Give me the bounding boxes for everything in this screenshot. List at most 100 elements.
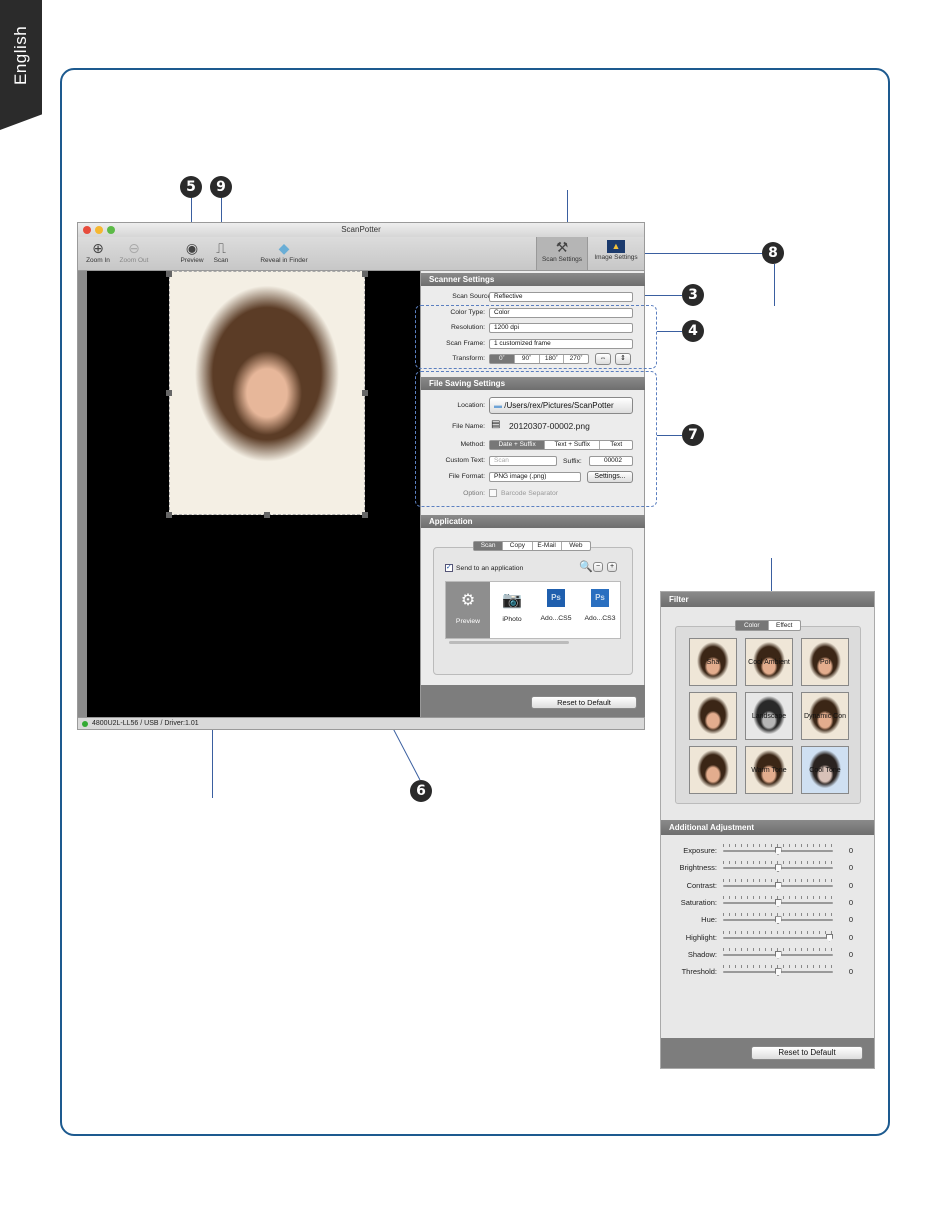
barcode-checkbox[interactable] [489, 489, 497, 497]
filter-thumb[interactable]: Dynamic Con [801, 692, 849, 740]
method-text-suffix[interactable]: Text + Suffix [545, 441, 601, 449]
custom-text-input[interactable]: Scan [489, 456, 557, 466]
filter-thumb[interactable]: Warm Tone [745, 746, 793, 794]
search-icon[interactable]: 🔍 [579, 560, 593, 573]
flip-horizontal-icon[interactable]: ⇔ [595, 353, 611, 365]
file-format-select[interactable]: PNG image (.png) [489, 472, 581, 482]
resolution-select[interactable]: 1200 dpi [489, 323, 633, 333]
crop-handle[interactable] [362, 271, 368, 277]
rotate-90-option[interactable]: 90˚ [515, 355, 540, 363]
crop-handle[interactable] [362, 390, 368, 396]
file-format-label: File Format: [448, 473, 485, 480]
callout-9: 9 [210, 176, 232, 198]
tab-copy[interactable]: Copy [503, 542, 533, 550]
scan-settings-button[interactable]: ⚒ Scan Settings [536, 237, 588, 270]
zoom-out-button[interactable]: ⊖ Zoom Out [116, 238, 152, 264]
rotate-270-option[interactable]: 270˚ [564, 355, 588, 363]
scan-frame-select[interactable]: 1 customized frame [489, 339, 633, 349]
transform-label: Transform: [452, 355, 485, 362]
crop-handle[interactable] [166, 390, 172, 396]
reveal-in-finder-button[interactable]: ◆ Reveal in Finder [254, 238, 314, 264]
crop-handle[interactable] [264, 512, 270, 518]
rotate-0-option[interactable]: 0˚ [490, 355, 515, 363]
adjustment-slider[interactable] [723, 930, 833, 942]
adjustment-row: Saturation: 0 [661, 895, 874, 910]
filter-thumb[interactable]: Poi [801, 638, 849, 686]
flip-vertical-icon[interactable]: ⇕ [615, 353, 631, 365]
suffix-input[interactable]: 00002 [589, 456, 633, 466]
filter-thumb[interactable] [689, 692, 737, 740]
app-item-label: Ado...CS5 [540, 615, 572, 622]
tab-email[interactable]: E-Mail [533, 542, 562, 550]
preview-button[interactable]: ◉ Preview [176, 238, 208, 264]
tab-effect[interactable]: Effect [769, 621, 801, 630]
app-item-iphoto[interactable]: 📷 iPhoto [490, 582, 534, 638]
adjustment-slider[interactable] [723, 878, 833, 890]
adjustment-value: 0 [848, 863, 853, 873]
adjustment-slider[interactable] [723, 965, 833, 977]
application-list-scrollbar[interactable] [449, 641, 569, 644]
preview-area[interactable] [78, 271, 420, 717]
app-item-preview[interactable]: ⚙ Preview [446, 582, 490, 638]
tab-color[interactable]: Color [736, 621, 769, 630]
adjustment-slider[interactable] [723, 913, 833, 925]
app-item-photoshop-cs5[interactable]: Ps Ado...CS5 [534, 582, 578, 638]
method-text[interactable]: Text [600, 441, 632, 449]
folder-icon: ▬ [494, 401, 502, 410]
method-label: Method: [460, 441, 485, 448]
scanner-icon: ⎍ [216, 240, 226, 256]
filter-reset-button[interactable]: Reset to Default [751, 1046, 863, 1060]
app-item-photoshop-cs3[interactable]: Ps Ado...CS3 [578, 582, 622, 638]
remove-app-icon[interactable]: − [593, 562, 603, 572]
image-settings-button[interactable]: ▲ Image Settings [590, 238, 642, 261]
adjustment-slider[interactable] [723, 895, 833, 907]
location-button[interactable]: ▬ /Users/rex/Pictures/ScanPotter [489, 397, 633, 414]
filter-thumb[interactable]: Landscape [745, 692, 793, 740]
filter-thumb[interactable]: Cool Ambient [745, 638, 793, 686]
window-titlebar[interactable]: ScanPotter [78, 223, 644, 237]
add-app-icon[interactable]: + [607, 562, 617, 572]
crop-handle[interactable] [166, 512, 172, 518]
scan-button[interactable]: ⎍ Scan [208, 238, 234, 264]
adjustment-label: Contrast: [686, 880, 717, 890]
slider-knob[interactable] [774, 950, 782, 959]
zoom-window-icon[interactable] [107, 226, 115, 234]
filter-thumb[interactable] [689, 746, 737, 794]
filter-thumb[interactable]: Sha [689, 638, 737, 686]
slider-knob[interactable] [774, 916, 782, 925]
color-type-select[interactable]: Color [489, 308, 633, 318]
crop-handle[interactable] [362, 512, 368, 518]
file-icon: ▤ [491, 419, 501, 430]
slider-knob[interactable] [774, 881, 782, 890]
tab-scan[interactable]: Scan [474, 542, 504, 550]
slider-knob[interactable] [774, 968, 782, 977]
reset-to-default-button[interactable]: Reset to Default [531, 696, 637, 709]
adjustment-slider[interactable] [723, 844, 833, 855]
send-to-app-checkbox[interactable]: ✓ [445, 564, 453, 572]
close-window-icon[interactable] [83, 226, 91, 234]
adjustment-value: 0 [848, 897, 853, 907]
slider-knob[interactable] [774, 864, 782, 873]
filter-thumb[interactable]: Cool Tone [801, 746, 849, 794]
slider-knob[interactable] [826, 933, 833, 942]
location-label: Location: [457, 402, 485, 409]
status-bar: 4800U2L-LL56 / USB / Driver:1.01 [78, 717, 644, 729]
format-settings-button[interactable]: Settings... [587, 471, 633, 483]
adjustment-value: 0 [848, 915, 853, 925]
method-date-suffix[interactable]: Date + Suffix [490, 441, 546, 449]
adjustment-slider[interactable] [723, 947, 833, 959]
crop-handle[interactable] [166, 271, 172, 277]
slider-knob[interactable] [774, 898, 782, 907]
tab-web[interactable]: Web [562, 542, 590, 550]
zoom-in-button[interactable]: ⊕ Zoom In [82, 238, 114, 264]
slider-knob[interactable] [774, 847, 782, 855]
adjustment-slider[interactable] [723, 861, 833, 873]
status-text: 4800U2L-LL56 / USB / Driver:1.01 [92, 720, 199, 727]
rotate-180-option[interactable]: 180˚ [540, 355, 565, 363]
preview-photo[interactable] [169, 271, 365, 515]
image-settings-label: Image Settings [594, 254, 638, 261]
scanpotter-window: ScanPotter ⊕ Zoom In ⊖ Zoom Out ◉ Previe… [77, 222, 657, 730]
minimize-window-icon[interactable] [95, 226, 103, 234]
custom-text-label: Custom Text: [445, 457, 485, 464]
scan-source-select[interactable]: Reflective [489, 292, 633, 302]
